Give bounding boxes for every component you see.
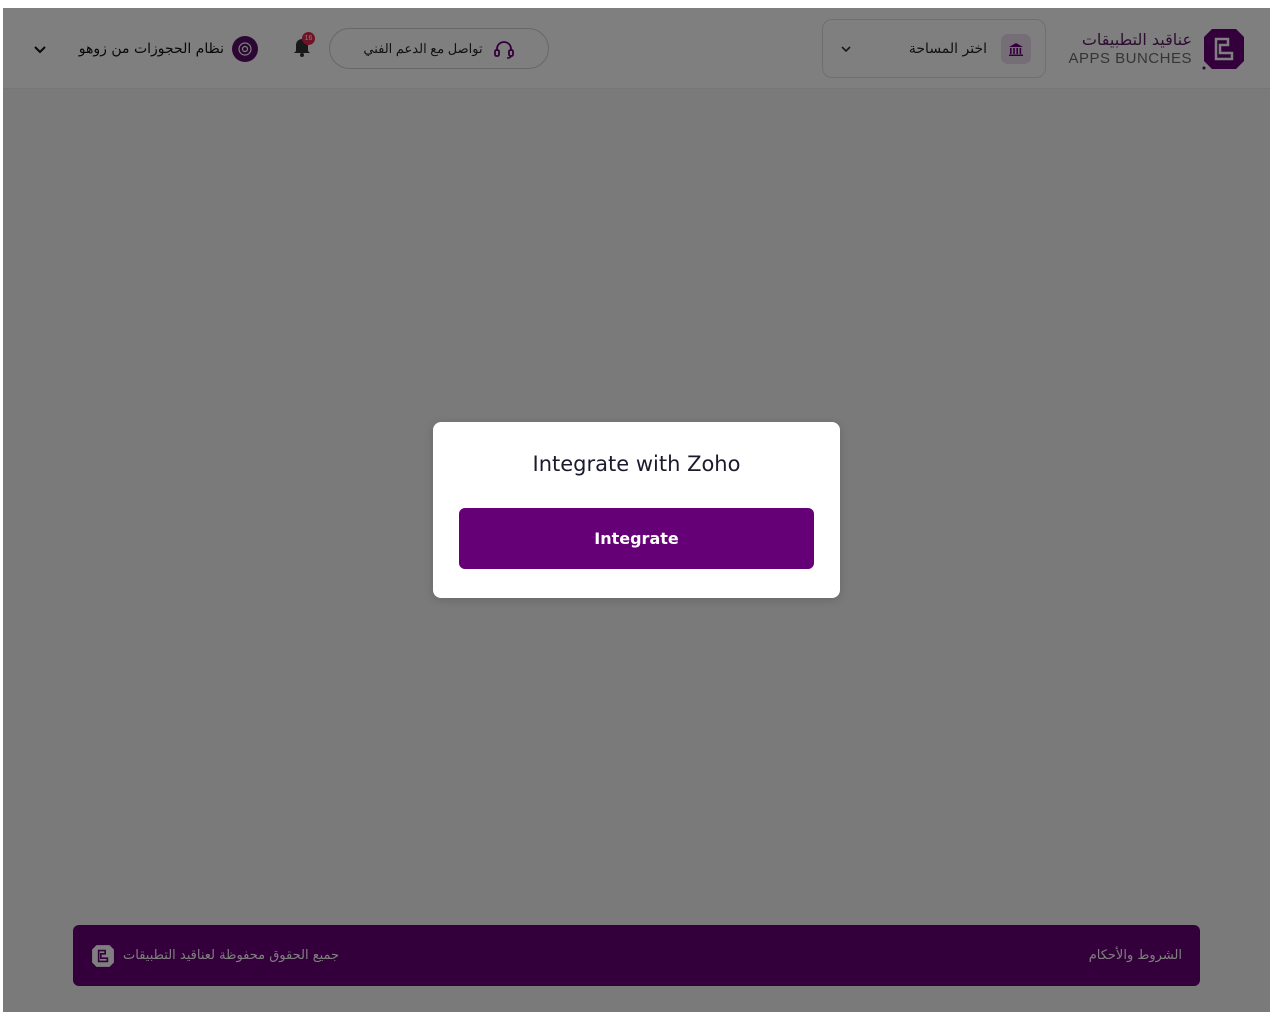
integrate-modal: Integrate with Zoho Integrate	[433, 422, 840, 598]
integrate-button[interactable]: Integrate	[459, 508, 814, 569]
modal-title: Integrate with Zoho	[532, 452, 741, 476]
page-edge	[1270, 8, 1282, 1012]
app-window: عناقيد التطبيقات APPS BUNCHES اختر المسا…	[3, 8, 1270, 1012]
